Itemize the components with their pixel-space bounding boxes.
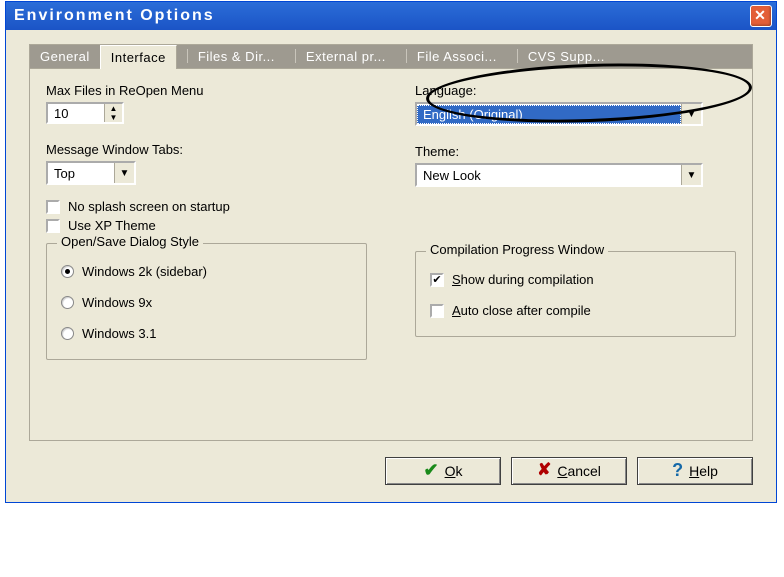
- radio-w2k-label: Windows 2k (sidebar): [82, 264, 207, 279]
- radio-w2k[interactable]: [61, 265, 74, 278]
- maxfiles-input[interactable]: [48, 104, 104, 122]
- help-button[interactable]: ? Help: [637, 457, 753, 485]
- check-icon: ✔: [424, 460, 439, 481]
- tab-interface[interactable]: Interface: [100, 45, 177, 69]
- nosplash-checkbox[interactable]: [46, 200, 60, 214]
- msgtabs-combo[interactable]: Top ▼: [46, 161, 136, 185]
- maxfiles-spinner[interactable]: ▲ ▼: [46, 102, 124, 124]
- tab-cvs[interactable]: CVS Supp...: [507, 45, 615, 68]
- titlebar: Environment Options ✕: [6, 2, 776, 30]
- tab-files-dir[interactable]: Files & Dir...: [177, 45, 285, 68]
- tab-strip: General Interface Files & Dir... Externa…: [30, 45, 752, 69]
- radio-w9x-label: Windows 9x: [82, 295, 152, 310]
- tab-file-assoc[interactable]: File Associ...: [396, 45, 507, 68]
- ok-label: Ok: [445, 463, 463, 479]
- cancel-label: Cancel: [557, 463, 601, 479]
- help-label: Help: [689, 463, 718, 479]
- radio-w31-label: Windows 3.1: [82, 326, 156, 341]
- window-title: Environment Options: [14, 7, 215, 25]
- msgtabs-value: Top: [48, 164, 114, 183]
- cancel-button[interactable]: ✘ Cancel: [511, 457, 627, 485]
- maxfiles-label: Max Files in ReOpen Menu: [46, 83, 367, 98]
- radio-w9x[interactable]: [61, 296, 74, 309]
- theme-value: New Look: [417, 166, 681, 185]
- language-label: Language:: [415, 83, 736, 98]
- chevron-down-icon[interactable]: ▼: [681, 104, 701, 124]
- language-value: English (Original): [417, 105, 681, 124]
- theme-label: Theme:: [415, 144, 736, 159]
- xptheme-label: Use XP Theme: [68, 218, 156, 233]
- xptheme-checkbox[interactable]: [46, 219, 60, 233]
- spinner-up-icon[interactable]: ▲: [105, 104, 122, 113]
- chevron-down-icon[interactable]: ▼: [114, 163, 134, 183]
- theme-combo[interactable]: New Look ▼: [415, 163, 703, 187]
- spinner-down-icon[interactable]: ▼: [105, 113, 122, 122]
- dialog-style-title: Open/Save Dialog Style: [57, 234, 203, 249]
- close-icon[interactable]: ✕: [750, 5, 772, 27]
- tab-general[interactable]: General: [30, 45, 100, 68]
- chevron-down-icon[interactable]: ▼: [681, 165, 701, 185]
- radio-w31[interactable]: [61, 327, 74, 340]
- autoclose-checkbox[interactable]: [430, 304, 444, 318]
- dialog-style-group: Open/Save Dialog Style Windows 2k (sideb…: [46, 243, 367, 360]
- language-combo[interactable]: English (Original) ▼: [415, 102, 703, 126]
- close-icon: ✘: [537, 460, 551, 480]
- nosplash-label: No splash screen on startup: [68, 199, 230, 214]
- compilation-title: Compilation Progress Window: [426, 242, 608, 257]
- ok-button[interactable]: ✔ Ok: [385, 457, 501, 485]
- msgtabs-label: Message Window Tabs:: [46, 142, 367, 157]
- tab-external[interactable]: External pr...: [285, 45, 396, 68]
- show-compile-label: Show during compilation: [452, 272, 594, 287]
- help-icon: ?: [672, 460, 683, 481]
- show-compile-checkbox[interactable]: ✔: [430, 273, 444, 287]
- compilation-group: Compilation Progress Window ✔ Show durin…: [415, 251, 736, 337]
- autoclose-label: Auto close after compile: [452, 303, 591, 318]
